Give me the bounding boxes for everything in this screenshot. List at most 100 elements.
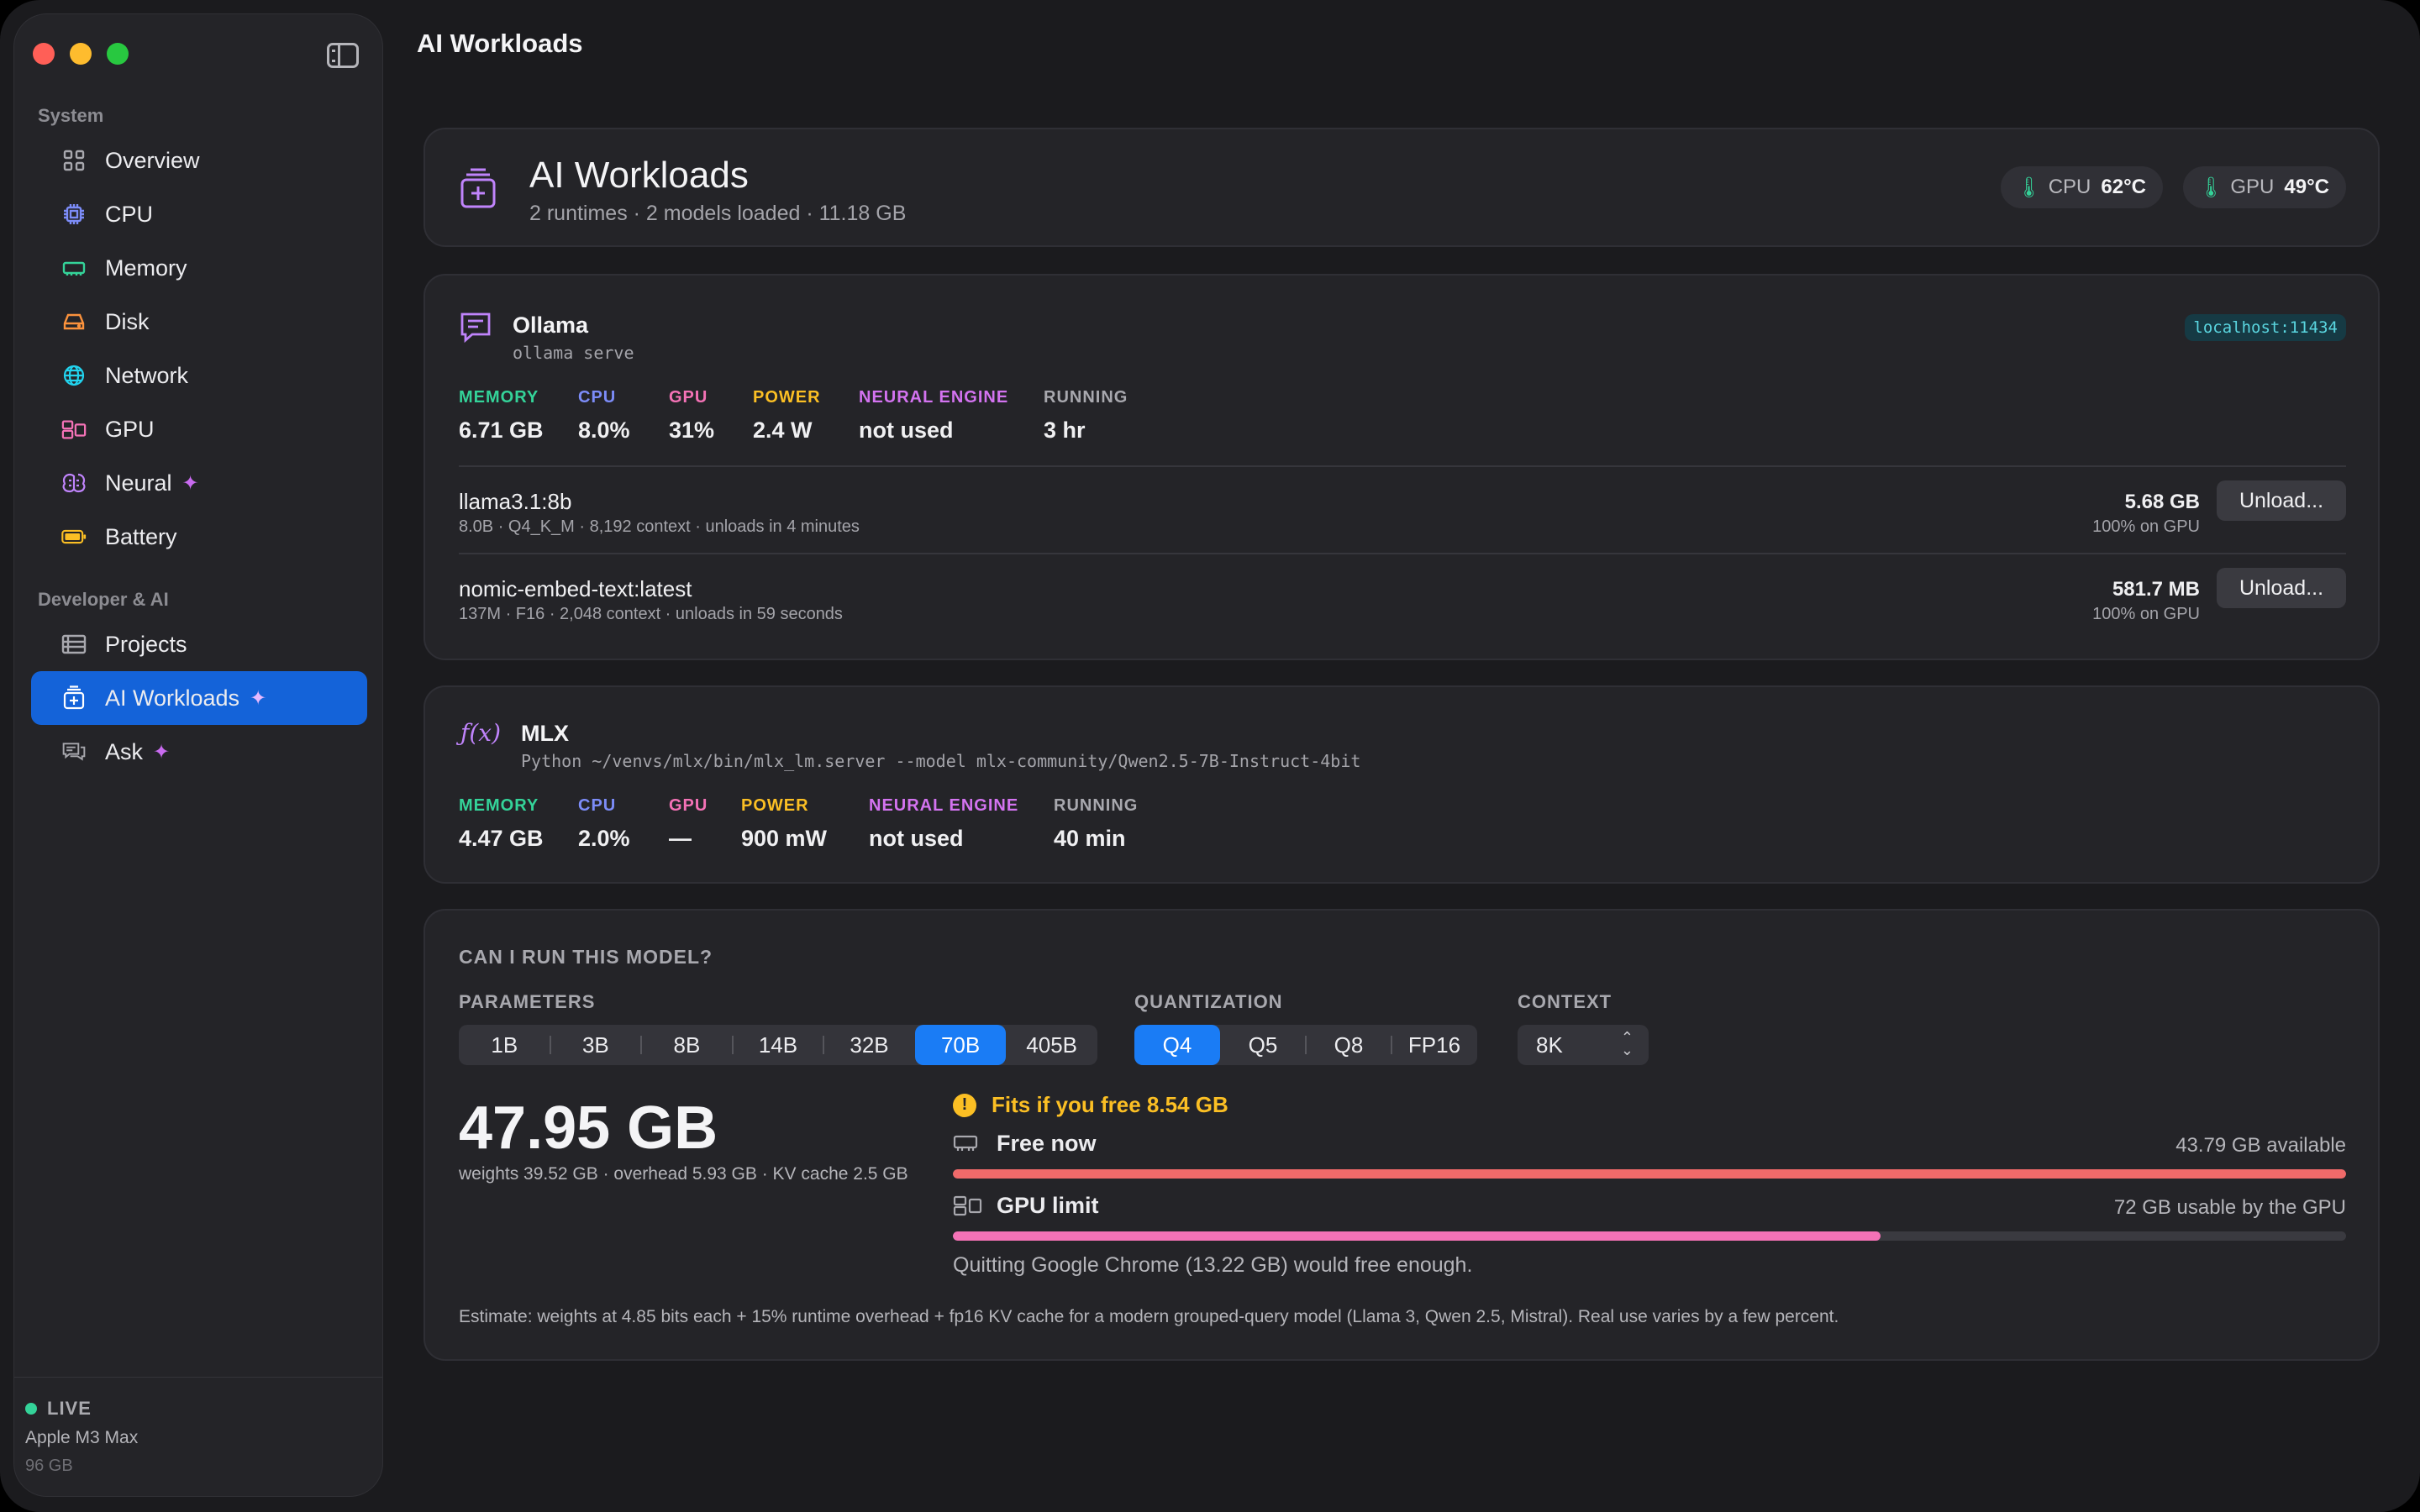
- model-gpu-share: 100% on GPU: [2092, 517, 2200, 536]
- metric-running: RUNNING 3 hr: [1044, 388, 1128, 444]
- metric-label: GPU: [669, 796, 708, 815]
- quantization-label: QUANTIZATION: [1134, 991, 1283, 1012]
- gpu-limit-label: GPU limit: [997, 1193, 1099, 1218]
- metric-value: —: [669, 826, 692, 851]
- app-window: System Overview CPU Memory Disk Network …: [0, 0, 2420, 1512]
- metric-cpu: CPU 8.0%: [578, 388, 630, 444]
- ai-workloads-icon: [61, 685, 87, 711]
- divider: [459, 553, 2346, 554]
- runtime-command: Python ~/venvs/mlx/bin/mlx_lm.server --m…: [521, 751, 1361, 771]
- warning-icon: !: [953, 1093, 976, 1117]
- sidebar-item-battery[interactable]: Battery: [31, 510, 367, 564]
- metric-label: POWER: [753, 388, 821, 407]
- sidebar-item-neural[interactable]: Neural ✦: [31, 456, 367, 510]
- parameters-option-1b[interactable]: 1B: [459, 1025, 550, 1065]
- memory-breakdown: weights 39.52 GB · overhead 5.93 GB · KV…: [459, 1164, 908, 1184]
- gpu-temp-label: GPU: [2230, 176, 2275, 198]
- runtime-card-ollama: Ollama ollama serve localhost:11434 MEMO…: [424, 274, 2380, 660]
- context-label: CONTEXT: [1518, 991, 1612, 1012]
- sidebar: System Overview CPU Memory Disk Network …: [13, 13, 383, 1497]
- sidebar-item-memory[interactable]: Memory: [31, 241, 367, 295]
- metric-memory: MEMORY 6.71 GB: [459, 388, 544, 444]
- quantization-option-q5[interactable]: Q5: [1220, 1025, 1306, 1065]
- unload-button[interactable]: Unload...: [2217, 568, 2346, 608]
- window-controls: [33, 43, 129, 65]
- sidebar-item-cpu[interactable]: CPU: [31, 187, 367, 241]
- sidebar-item-ask[interactable]: Ask ✦: [31, 725, 367, 779]
- unload-button[interactable]: Unload...: [2217, 480, 2346, 521]
- sidebar-item-ai-workloads[interactable]: AI Workloads ✦: [31, 671, 367, 725]
- parameters-option-70b[interactable]: 70B: [914, 1025, 1007, 1065]
- globe-icon: [61, 363, 87, 388]
- runtime-name: MLX: [521, 721, 569, 746]
- divider: [459, 465, 2346, 467]
- metric-label: RUNNING: [1044, 388, 1128, 407]
- page-title: AI Workloads: [417, 29, 583, 58]
- context-dropdown[interactable]: 8K ⌃ ⌄: [1518, 1025, 1649, 1065]
- chat-icon: [61, 739, 87, 764]
- sidebar-item-projects[interactable]: Projects: [31, 617, 367, 671]
- sidebar-item-disk[interactable]: Disk: [31, 295, 367, 349]
- sidebar-item-gpu[interactable]: GPU: [31, 402, 367, 456]
- section-label-developer: Developer & AI: [38, 589, 169, 610]
- brain-icon: [61, 470, 87, 496]
- free-now-value: 43.79 GB available: [2175, 1134, 2346, 1157]
- sidebar-item-label: Network: [105, 362, 189, 388]
- metric-value: 2.0%: [578, 826, 630, 851]
- metric-value: 8.0%: [578, 417, 630, 443]
- live-indicator: LIVE: [25, 1398, 92, 1420]
- quantization-option-fp16[interactable]: FP16: [1392, 1025, 1477, 1065]
- cpu-temp-badge: 🌡︎ CPU 62°C: [2001, 166, 2163, 208]
- metric-label: MEMORY: [459, 388, 539, 407]
- calculator-title: CAN I RUN THIS MODEL?: [459, 946, 713, 968]
- model-gpu-share: 100% on GPU: [2092, 605, 2200, 623]
- metric-label: MEMORY: [459, 796, 539, 815]
- metric-neural-engine: NEURAL ENGINE not used: [869, 796, 1018, 852]
- model-size: 581.7 MB: [2112, 578, 2200, 601]
- sparkle-icon: ✦: [182, 471, 199, 495]
- sparkle-icon: ✦: [153, 740, 171, 764]
- metric-gpu: GPU 31%: [669, 388, 714, 444]
- metric-label: GPU: [669, 388, 708, 407]
- parameters-option-8b[interactable]: 8B: [641, 1025, 733, 1065]
- metric-power: POWER 900 mW: [741, 796, 827, 852]
- metric-label: RUNNING: [1054, 796, 1139, 815]
- parameters-option-405b[interactable]: 405B: [1006, 1025, 1097, 1065]
- metric-label: NEURAL ENGINE: [869, 796, 1019, 815]
- sparkle-icon: ✦: [250, 686, 267, 710]
- gpu-icon: [61, 417, 87, 442]
- chip-name: Apple M3 Max: [25, 1428, 139, 1447]
- metric-label: NEURAL ENGINE: [859, 388, 1009, 407]
- parameters-option-32b[interactable]: 32B: [823, 1025, 915, 1065]
- host-badge[interactable]: localhost:11434: [2185, 314, 2346, 341]
- metric-value: 40 min: [1054, 826, 1126, 851]
- parameters-selector: 1B 3B 8B 14B 32B 70B 405B: [459, 1025, 1097, 1065]
- cpu-icon: [61, 202, 87, 227]
- model-name: nomic-embed-text:latest: [459, 576, 692, 601]
- sidebar-item-label: GPU: [105, 416, 155, 442]
- runtime-metrics: MEMORY 4.47 GB CPU 2.0% GPU — POWER 900 mW N…: [459, 796, 1467, 855]
- close-window-button[interactable]: [33, 43, 55, 65]
- metric-gpu: GPU —: [669, 796, 708, 852]
- sidebar-toggle-icon[interactable]: [327, 43, 359, 68]
- parameters-option-14b[interactable]: 14B: [733, 1025, 824, 1065]
- parameters-option-3b[interactable]: 3B: [550, 1025, 642, 1065]
- metric-label: POWER: [741, 796, 809, 815]
- system-memory: 96 GB: [25, 1457, 73, 1475]
- metric-value: 31%: [669, 417, 715, 443]
- minimize-window-button[interactable]: [70, 43, 92, 65]
- sidebar-item-label: CPU: [105, 201, 154, 227]
- thermometer-icon: 🌡︎: [2016, 176, 2042, 199]
- gpu-temp-value: 49°C: [2284, 176, 2329, 198]
- sidebar-footer-divider: [14, 1377, 382, 1378]
- quantization-option-q4[interactable]: Q4: [1134, 1025, 1220, 1065]
- battery-icon: [61, 524, 87, 549]
- sidebar-item-overview[interactable]: Overview: [31, 134, 367, 187]
- sidebar-item-network[interactable]: Network: [31, 349, 367, 402]
- quantization-option-q8[interactable]: Q8: [1306, 1025, 1392, 1065]
- metric-value: not used: [859, 417, 954, 443]
- zoom-window-button[interactable]: [107, 43, 129, 65]
- model-fit-calculator: CAN I RUN THIS MODEL? PARAMETERS 1B 3B 8B 1…: [424, 909, 2380, 1361]
- summary-card: AI Workloads 2 runtimes · 2 models loade…: [424, 128, 2380, 247]
- projects-icon: [61, 632, 87, 657]
